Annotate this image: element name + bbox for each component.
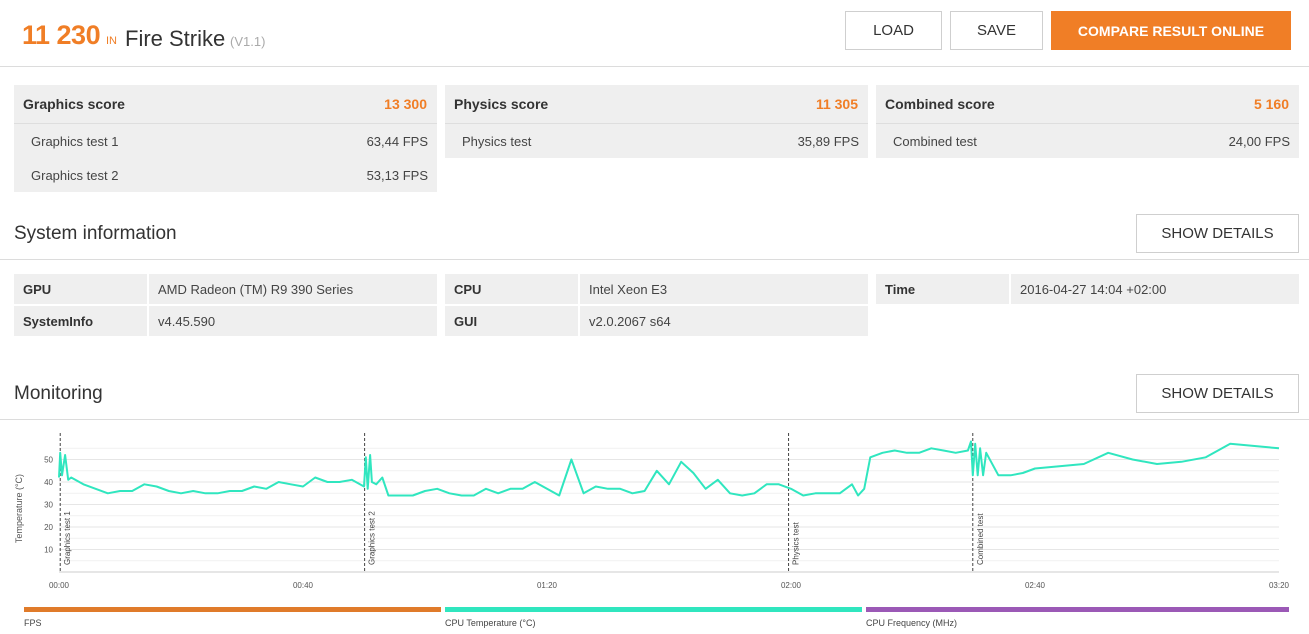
system-info-show-details-button[interactable]: SHOW DETAILS	[1136, 214, 1299, 253]
time-key: Time	[876, 274, 1009, 304]
time-value: 2016-04-27 14:04 +02:00	[1011, 274, 1299, 304]
x-tick-label: 03:20	[1269, 581, 1290, 590]
card-row: Combined test 24,00 FPS	[876, 124, 1299, 158]
legend-cpu-temp-label: CPU Temperature (°C)	[445, 618, 536, 628]
test-marker-label: Graphics test 1	[63, 511, 72, 565]
monitoring-title: Monitoring	[14, 383, 103, 404]
row-label: Combined test	[893, 133, 977, 149]
card-score: 13 300	[384, 96, 427, 112]
row-value: 24,00 FPS	[1228, 133, 1290, 149]
row-label: Graphics test 1	[31, 133, 119, 149]
monitoring-show-details-button[interactable]: SHOW DETAILS	[1136, 374, 1299, 413]
x-tick-label: 00:00	[49, 581, 70, 590]
card-header: Physics score 11 305	[445, 85, 868, 124]
legend-cpu-freq-label: CPU Frequency (MHz)	[866, 618, 958, 628]
cpu-temperature-line	[58, 440, 1280, 497]
benchmark-name: Fire Strike	[125, 26, 226, 51]
graphics-score-card: Graphics score 13 300 Graphics test 1 63…	[14, 85, 437, 192]
load-button[interactable]: LOAD	[845, 11, 942, 50]
score-in-label: IN	[106, 35, 117, 47]
row-label: Physics test	[462, 133, 532, 149]
legend-fps-label: FPS	[24, 618, 42, 628]
y-tick-label: 10	[44, 546, 53, 555]
row-label: Graphics test 2	[31, 167, 119, 183]
y-tick-label: 40	[44, 478, 53, 487]
save-button[interactable]: SAVE	[950, 11, 1043, 50]
legend-cpu-freq-bar	[866, 607, 1289, 612]
gpu-value: AMD Radeon (TM) R9 390 Series	[149, 274, 437, 304]
gpu-key: GPU	[14, 274, 147, 304]
test-marker-label: Physics test	[792, 522, 801, 565]
overall-score: 11 230	[22, 20, 101, 50]
benchmark-version: (V1.1)	[230, 34, 266, 49]
systeminfo-value: v4.45.590	[149, 306, 437, 336]
systeminfo-key: SystemInfo	[14, 306, 147, 336]
row-value: 63,44 FPS	[366, 133, 428, 149]
chart-axes: 10 20 30 40 50 00:00 00:40 01:20 02:00 02:40 03:20…	[14, 456, 1290, 591]
header-divider	[0, 66, 1309, 67]
physics-score-card: Physics score 11 305 Physics test 35,89 …	[445, 85, 868, 158]
card-row: Physics test 35,89 FPS	[445, 124, 868, 158]
chart-test-markers: Graphics test 1 Graphics test 2 Physics te…	[59, 433, 985, 572]
monitoring-chart: 10 20 30 40 50 00:00 00:40 01:20 02:00 02:40 03:20…	[14, 433, 1290, 591]
combined-score-card: Combined score 5 160 Combined test 24,00…	[876, 85, 1299, 158]
x-tick-label: 00:40	[293, 581, 314, 590]
y-tick-label: 50	[44, 456, 53, 465]
legend-fps-bar	[24, 607, 441, 612]
row-value: 35,89 FPS	[797, 133, 859, 149]
y-tick-label: 30	[44, 501, 53, 510]
card-title: Physics score	[454, 96, 549, 112]
card-title: Combined score	[885, 96, 995, 112]
card-row: Graphics test 1 63,44 FPS	[14, 124, 437, 158]
compare-result-online-button[interactable]: COMPARE RESULT ONLINE	[1051, 11, 1291, 50]
y-tick-label: 20	[44, 523, 53, 532]
card-score: 5 160	[1253, 96, 1289, 112]
row-value: 53,13 FPS	[366, 167, 428, 183]
cpu-key: CPU	[445, 274, 578, 304]
y-axis-label: Temperature (°C)	[14, 474, 24, 543]
x-tick-label: 01:20	[537, 581, 558, 590]
card-score: 11 305	[815, 96, 858, 112]
monitoring-divider	[0, 419, 1309, 420]
chart-grid	[59, 447, 1279, 562]
x-tick-label: 02:00	[781, 581, 802, 590]
gui-value: v2.0.2067 s64	[580, 306, 868, 336]
card-header: Graphics score 13 300	[14, 85, 437, 124]
test-marker-label: Combined test	[976, 513, 985, 565]
card-row: Graphics test 2 53,13 FPS	[14, 158, 437, 192]
cpu-value: Intel Xeon E3	[580, 274, 868, 304]
legend-cpu-temp-bar	[445, 607, 862, 612]
test-marker-label: Graphics test 2	[368, 511, 377, 565]
system-info-title: System information	[14, 223, 177, 244]
x-tick-label: 02:40	[1025, 581, 1046, 590]
card-title: Graphics score	[23, 96, 125, 112]
system-info-divider	[0, 259, 1309, 260]
gui-key: GUI	[445, 306, 578, 336]
chart-series	[58, 440, 1280, 497]
card-header: Combined score 5 160	[876, 85, 1299, 124]
